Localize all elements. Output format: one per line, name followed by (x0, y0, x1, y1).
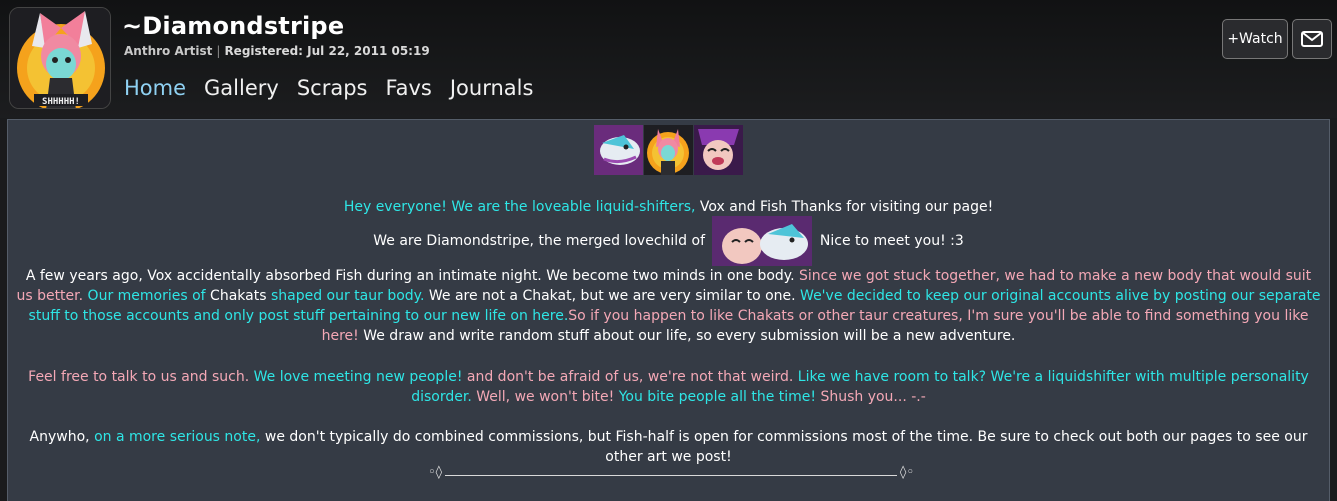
vox-icon[interactable] (594, 125, 643, 175)
nav-scraps[interactable]: Scraps (297, 76, 368, 100)
bio-segment: Well, we won't bite! (476, 389, 619, 405)
bio-segment: we don't typically do combined commissio… (264, 429, 1308, 465)
send-note-button[interactable] (1292, 19, 1332, 59)
section-divider: ◦◊ ◊◦ (428, 465, 914, 480)
bio-segment: Shush you... -.- (820, 389, 926, 405)
diamondstripe-icon[interactable] (644, 125, 693, 175)
bio-paragraph-2: Feel free to talk to us and such. We lov… (16, 367, 1321, 407)
bio-segment: Chakats (210, 288, 271, 304)
nav-gallery[interactable]: Gallery (204, 76, 279, 100)
bio-segment: A few years ago, Vox accidentally absorb… (25, 268, 799, 284)
intro-line-part: Vox and Fish Thanks for visiting our pag… (699, 199, 994, 215)
registered-date: Jul 22, 2011 05:19 (307, 44, 430, 58)
watch-button[interactable]: +Watch (1222, 19, 1288, 59)
lovechild-before: We are Diamondstripe, the merged lovechi… (373, 233, 710, 249)
intro-line: Hey everyone! We are the loveable liquid… (16, 197, 1321, 217)
fish-icon[interactable] (694, 125, 743, 175)
bio-segment: Feel free to talk to us and such. (28, 369, 254, 385)
user-role: Anthro Artist (124, 44, 213, 58)
character-icons-row (594, 125, 743, 175)
profile-nav: Home Gallery Scraps Favs Journals (124, 76, 533, 100)
bio-segment: Anywho, (29, 429, 95, 445)
lovechild-after: Nice to meet you! :3 (815, 233, 964, 249)
subtitle-separator: | (216, 44, 221, 58)
user-subtitle: Anthro Artist | Registered: Jul 22, 2011 0… (124, 44, 430, 58)
bio-segment: We are not a Chakat, but we are very sim… (428, 288, 801, 304)
registered-label: Registered: (224, 44, 303, 58)
nav-home[interactable]: Home (124, 76, 186, 100)
divider-right-ornament: ◊◦ (899, 465, 914, 480)
bio-segment: on a more serious note, (94, 429, 265, 445)
bio-paragraph-1: A few years ago, Vox accidentally absorb… (16, 266, 1321, 346)
profile-header: SHHHHH! ~Diamondstripe Anthro Artist | Reg… (0, 0, 1337, 118)
bio-segment: We draw and write random stuff about our… (363, 328, 1016, 344)
bio-segment: We love meeting new people! (253, 369, 467, 385)
bio-segment: You bite people all the time! (618, 389, 821, 405)
vox-fish-icon (712, 216, 813, 266)
avatar-image: SHHHHH! (10, 8, 110, 108)
envelope-icon (1301, 31, 1323, 47)
user-avatar[interactable]: SHHHHH! (9, 7, 111, 109)
nav-journals[interactable]: Journals (450, 76, 534, 100)
divider-left-ornament: ◦◊ (428, 465, 443, 480)
nav-favs[interactable]: Favs (385, 76, 431, 100)
bio-segment: and don't be afraid of us, we're not tha… (466, 369, 798, 385)
username-title: ~Diamondstripe (122, 12, 345, 40)
lovechild-line: We are Diamondstripe, the merged lovechi… (16, 216, 1321, 266)
avatar-caption: SHHHHH! (42, 97, 80, 107)
bio-paragraph-3: Anywho, on a more serious note, we don't… (16, 427, 1321, 467)
intro-line-part: Hey everyone! We are the loveable liquid… (343, 199, 700, 215)
divider-line (445, 475, 897, 476)
profile-description: Hey everyone! We are the loveable liquid… (7, 119, 1330, 501)
bio-segment: shaped our taur body. (270, 288, 429, 304)
bio-segment: Our memories of (87, 288, 211, 304)
